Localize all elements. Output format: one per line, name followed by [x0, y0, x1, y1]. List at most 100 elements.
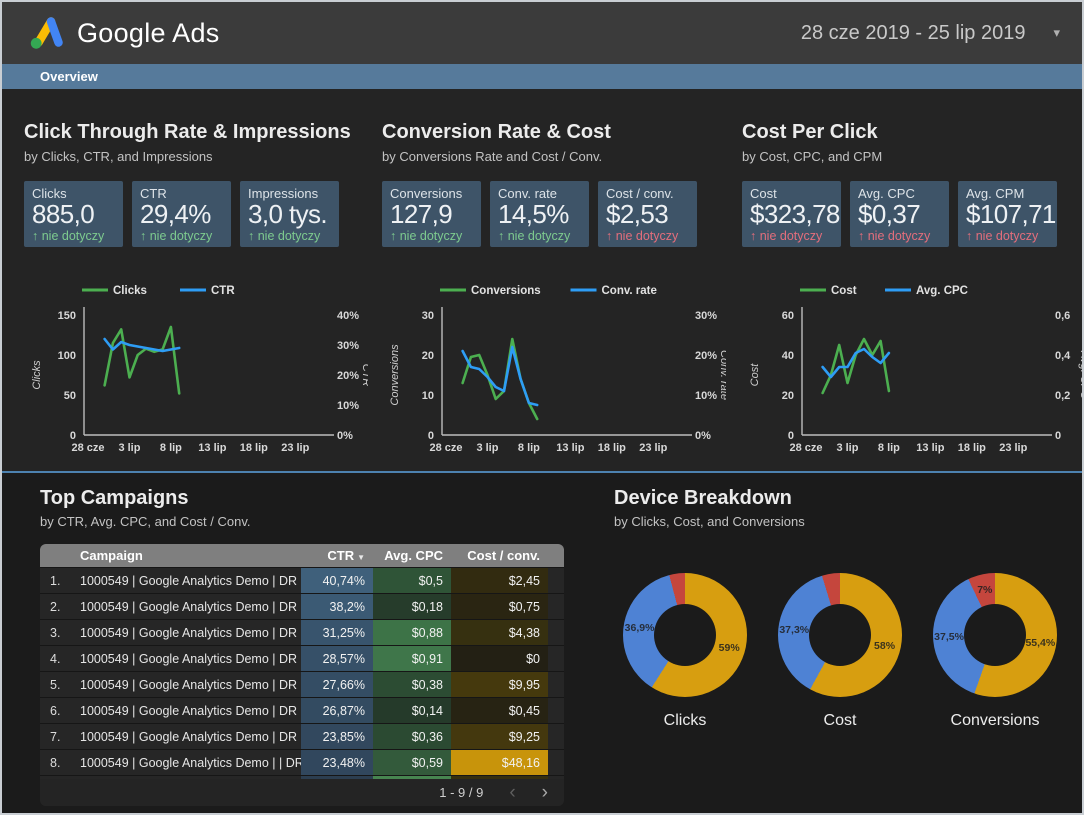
campaign-table: Campaign CTR ▼ Avg. CPC Cost / conv. 1. 10…: [40, 544, 564, 806]
donut-ring: 55,4% 37,5% 7%: [933, 573, 1057, 697]
trend-up-icon: ↑: [966, 229, 973, 243]
row-index: 1.: [50, 573, 61, 588]
cost-conv-cell: $9,25: [451, 724, 548, 749]
scorecard-row: Cost $323,78 ↑ nie dotyczy Avg. CPC $0,37 ↑ n…: [742, 181, 1082, 247]
svg-text:0: 0: [70, 430, 76, 442]
svg-text:CTR: CTR: [211, 285, 235, 297]
device-breakdown-subtitle: by Clicks, Cost, and Conversions: [614, 514, 805, 529]
tab-overview[interactable]: Overview: [2, 69, 98, 84]
table-header-cost-conv[interactable]: Cost / conv.: [451, 548, 548, 563]
date-range-picker[interactable]: 28 cze 2019 - 25 lip 2019 ▾: [801, 22, 1082, 45]
section-subtitle: by Cost, CPC, and CPM: [742, 149, 883, 164]
svg-text:Avg. CPC: Avg. CPC: [916, 285, 968, 297]
scorecard: Impressions 3,0 tys. ↑ nie dotyczy: [240, 181, 339, 247]
svg-text:150: 150: [58, 310, 76, 322]
trend-badge: ↑ nie dotyczy: [498, 229, 571, 243]
brand: Google Ads: [2, 16, 220, 50]
ctr-cell: 12,5%: [301, 776, 373, 779]
brand-title: Google Ads: [77, 17, 220, 48]
avg-cpc-cell: $1,11: [373, 776, 451, 779]
top-campaigns-title: Top Campaigns: [40, 487, 189, 509]
campaign-name: 1000549 | Google Analytics Demo | DR | m…: [80, 729, 301, 744]
trend-up-icon: ↑: [248, 229, 255, 243]
section-ctr-impressions: Click Through Rate & Impressions by Clic…: [24, 89, 368, 457]
trend-badge: ↑ nie dotyczy: [750, 229, 823, 243]
svg-text:8 lip: 8 lip: [518, 442, 540, 454]
svg-text:Cost: Cost: [831, 285, 857, 297]
svg-text:0: 0: [1055, 430, 1061, 442]
svg-text:13 lip: 13 lip: [916, 442, 944, 454]
google-ads-logo-icon: [28, 16, 65, 50]
ctr-cell: 26,87%: [301, 698, 373, 723]
donut-chart-clicks: 59% 36,9% Clicks: [618, 573, 752, 730]
row-index: 6.: [50, 703, 61, 718]
svg-text:0: 0: [428, 430, 434, 442]
scorecard-value: $2,53: [606, 199, 669, 229]
metrics-section: Click Through Rate & Impressions by Clic…: [2, 89, 1082, 471]
section-conversion-rate-cost: Conversion Rate & Cost by Conversions Ra…: [382, 89, 726, 457]
next-page-button[interactable]: ›: [542, 783, 548, 802]
table-row: 9.1000549 | Google Analytics Demo | DR |…: [40, 775, 564, 779]
table-row: 6. 1000549 | Google Analytics Demo | DR |…: [40, 697, 564, 723]
date-range-label: 28 cze 2019 - 25 lip 2019: [800, 21, 1026, 44]
svg-text:Conv. rate: Conv. rate: [718, 350, 726, 400]
trend-badge: ↑ nie dotyczy: [140, 229, 213, 243]
avg-cpc-cell: $0,91: [373, 646, 451, 671]
donut-ring: 58% 37,3%: [778, 573, 902, 697]
campaign-name: 1000549 | Google Analytics Demo | DR | m…: [80, 651, 301, 666]
svg-text:8 lip: 8 lip: [160, 442, 182, 454]
svg-text:10%: 10%: [337, 400, 359, 412]
scorecard-value: $323,78: [750, 199, 840, 229]
donut-chart-cost: 58% 37,3% Cost: [773, 573, 907, 730]
top-campaigns-block: Top Campaigns by CTR, Avg. CPC, and Cost…: [40, 487, 564, 806]
scorecard-value: 29,4%: [140, 199, 211, 229]
avg-cpc-cell: $0,18: [373, 594, 451, 619]
cost-conv-cell: $4,38: [451, 620, 548, 645]
scorecard-row: Conversions 127,9 ↑ nie dotyczy Conv. rate 1…: [382, 181, 726, 247]
table-header-ctr[interactable]: CTR ▼: [301, 548, 373, 563]
ctr-cell: 40,74%: [301, 568, 373, 593]
avg-cpc-cell: $0,38: [373, 672, 451, 697]
svg-text:23 lip: 23 lip: [639, 442, 667, 454]
scorecard: Cost / conv. $2,53 ↑ nie dotyczy: [598, 181, 697, 247]
svg-text:20: 20: [422, 350, 434, 362]
line-chart-conversions-rate: Conversions Conv. rate 0 10 20 30 0% 10% 20% 30% 2…: [382, 277, 726, 457]
svg-text:3 lip: 3 lip: [118, 442, 140, 454]
donut-title: Conversions: [950, 712, 1040, 729]
svg-text:Cost: Cost: [749, 363, 761, 387]
table-row: 8. 1000549 | Google Analytics Demo | | DR…: [40, 749, 564, 775]
slice-label: 37,5%: [934, 631, 964, 644]
campaign-name: 1000549 | Google Analytics Demo | DR | m…: [80, 677, 301, 692]
header-bar: Google Ads 28 cze 2019 - 25 lip 2019 ▾: [2, 2, 1082, 64]
trend-up-icon: ↑: [32, 229, 39, 243]
avg-cpc-cell: $0,59: [373, 750, 451, 775]
svg-text:3 lip: 3 lip: [476, 442, 498, 454]
row-index: 4.: [50, 651, 61, 666]
section-title: Cost Per Click: [742, 121, 878, 143]
table-header-campaign[interactable]: Campaign: [80, 548, 301, 563]
donut-title: Clicks: [663, 712, 707, 729]
ctr-cell: 38,2%: [301, 594, 373, 619]
trend-badge: ↑ nie dotyczy: [966, 229, 1039, 243]
trend-up-icon: ↑: [858, 229, 865, 243]
scorecard: CTR 29,4% ↑ nie dotyczy: [132, 181, 231, 247]
cost-conv-cell: $0: [451, 646, 548, 671]
section-title: Click Through Rate & Impressions: [24, 121, 351, 143]
svg-text:23 lip: 23 lip: [281, 442, 309, 454]
ctr-cell: 31,25%: [301, 620, 373, 645]
svg-text:10%: 10%: [695, 390, 717, 402]
sort-desc-icon: ▼: [357, 553, 365, 562]
top-campaigns-subtitle: by CTR, Avg. CPC, and Cost / Conv.: [40, 514, 251, 529]
caret-down-icon: ▾: [1053, 25, 1060, 40]
campaign-name: 1000549 | Google Analytics Demo | DR | m…: [80, 625, 301, 640]
svg-text:30: 30: [422, 310, 434, 322]
scorecard-value: $0,37: [858, 199, 921, 229]
svg-text:30%: 30%: [695, 310, 717, 322]
table-header-avg-cpc[interactable]: Avg. CPC: [373, 548, 451, 563]
row-index: 9.: [40, 776, 80, 779]
avg-cpc-cell: $0,14: [373, 698, 451, 723]
scorecard: Avg. CPM $107,71 ↑ nie dotyczy: [958, 181, 1057, 247]
prev-page-button[interactable]: ‹: [509, 783, 515, 802]
trend-up-icon: ↑: [390, 229, 397, 243]
svg-text:Conv. rate: Conv. rate: [602, 285, 657, 297]
